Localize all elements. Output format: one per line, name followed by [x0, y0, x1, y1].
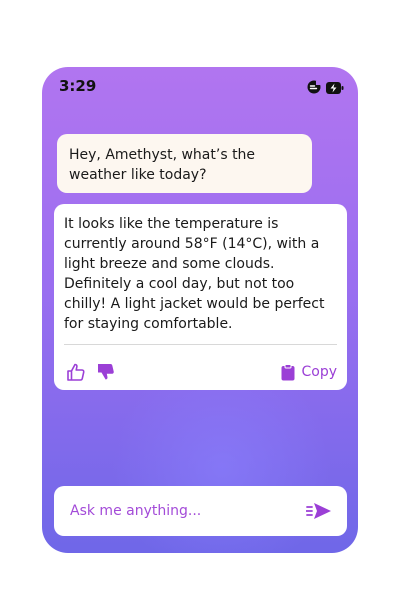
battery-charging-icon: [326, 79, 344, 98]
phone-screen: 3:29 Hey, Amethyst, what’s the weather l…: [42, 67, 358, 553]
status-time: 3:29: [59, 77, 97, 95]
copy-label: Copy: [301, 364, 337, 380]
send-icon: [306, 503, 331, 519]
reply-divider: [64, 344, 337, 345]
thumbs-up-icon: [67, 363, 85, 381]
send-button[interactable]: [305, 499, 333, 523]
user-message-bubble: Hey, Amethyst, what’s the weather like t…: [57, 134, 312, 193]
assistant-reply-card: It looks like the temperature is current…: [54, 204, 347, 390]
chat-input[interactable]: [68, 502, 305, 520]
chat-input-bar: [54, 486, 347, 536]
thumbs-down-icon: [98, 364, 114, 380]
user-message-text: Hey, Amethyst, what’s the weather like t…: [69, 147, 256, 183]
assistant-reply-text: It looks like the temperature is current…: [64, 216, 325, 332]
status-bar: 3:29: [42, 67, 358, 107]
reply-actions: Copy: [64, 359, 337, 385]
thumbs-down-button[interactable]: [94, 360, 118, 384]
status-icons: [307, 79, 344, 98]
copy-button[interactable]: Copy: [281, 363, 337, 381]
clipboard-icon: [281, 363, 295, 380]
activity-icon: [307, 79, 321, 98]
thumbs-up-button[interactable]: [64, 360, 88, 384]
